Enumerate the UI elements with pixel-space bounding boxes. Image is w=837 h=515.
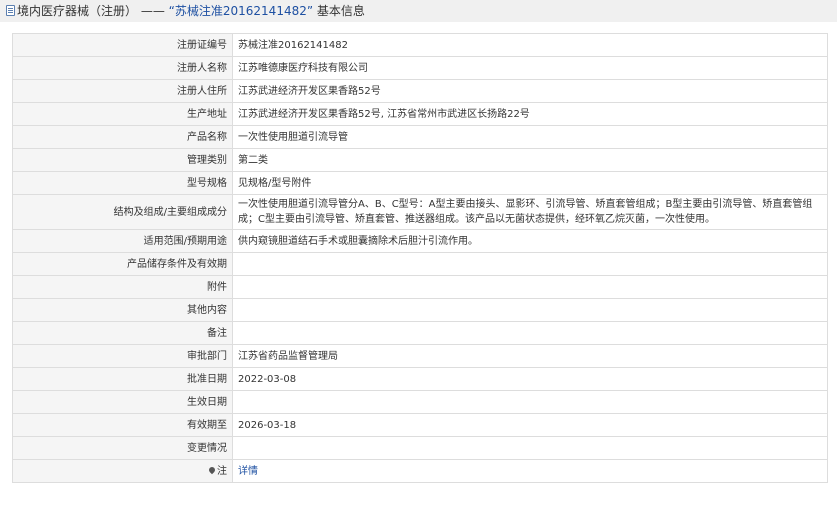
- table-row: 生效日期: [12, 390, 828, 414]
- basic-info-table: 注册证编号 苏械注准20162141482 注册人名称 江苏唯德康医疗科技有限公…: [12, 33, 828, 483]
- header-record-title: “苏械注准20162141482”: [168, 4, 314, 18]
- header-suffix: 基本信息: [313, 4, 365, 18]
- pin-icon: [207, 465, 217, 474]
- table-row: 注册证编号 苏械注准20162141482: [12, 33, 828, 57]
- note-row: 注 详情: [12, 459, 828, 483]
- table-row: 生产地址 江苏武进经济开发区果香路52号, 江苏省常州市武进区长扬路22号: [12, 102, 828, 126]
- header-separator: ——: [137, 4, 169, 18]
- row-value: 江苏唯德康医疗科技有限公司: [232, 56, 828, 80]
- detail-link[interactable]: 详情: [238, 466, 258, 477]
- row-value: 一次性使用胆道引流导管: [232, 125, 828, 149]
- table-row: 产品名称 一次性使用胆道引流导管: [12, 125, 828, 149]
- page-header: 境内医疗器械（注册） —— “苏械注准20162141482” 基本信息: [0, 0, 837, 22]
- row-label: 产品储存条件及有效期: [12, 252, 233, 276]
- row-label: 注册人名称: [12, 56, 233, 80]
- table-row: 附件: [12, 275, 828, 299]
- table-row: 备注: [12, 321, 828, 345]
- row-value: 见规格/型号附件: [232, 171, 828, 195]
- row-value: [232, 390, 828, 414]
- row-label: 附件: [12, 275, 233, 299]
- row-value: 江苏省药品监督管理局: [232, 344, 828, 368]
- table-row: 有效期至 2026-03-18: [12, 413, 828, 437]
- row-label: 适用范围/预期用途: [12, 229, 233, 253]
- row-label: 批准日期: [12, 367, 233, 391]
- row-label: 备注: [12, 321, 233, 345]
- row-label: 变更情况: [12, 436, 233, 460]
- table-row: 管理类别 第二类: [12, 148, 828, 172]
- table-row: 适用范围/预期用途 供内窥镜胆道结石手术或胆囊摘除术后胆汁引流作用。: [12, 229, 828, 253]
- note-value: 详情: [232, 459, 828, 483]
- row-label: 结构及组成/主要组成成分: [12, 194, 233, 230]
- row-label: 产品名称: [12, 125, 233, 149]
- table-row: 产品储存条件及有效期: [12, 252, 828, 276]
- row-label: 生效日期: [12, 390, 233, 414]
- row-value: 江苏武进经济开发区果香路52号: [232, 79, 828, 103]
- row-value: 供内窥镜胆道结石手术或胆囊摘除术后胆汁引流作用。: [232, 229, 828, 253]
- table-row: 注册人住所 江苏武进经济开发区果香路52号: [12, 79, 828, 103]
- row-value: 第二类: [232, 148, 828, 172]
- row-value: [232, 298, 828, 322]
- row-label: 管理类别: [12, 148, 233, 172]
- table-row: 变更情况: [12, 436, 828, 460]
- document-icon: [6, 5, 15, 16]
- note-label: 注: [12, 459, 233, 483]
- row-label: 型号规格: [12, 171, 233, 195]
- row-value: 苏械注准20162141482: [232, 33, 828, 57]
- table-row: 注册人名称 江苏唯德康医疗科技有限公司: [12, 56, 828, 80]
- header-category: 境内医疗器械（注册）: [17, 4, 138, 18]
- row-label: 有效期至: [12, 413, 233, 437]
- row-value: 2026-03-18: [232, 413, 828, 437]
- table-row: 型号规格 见规格/型号附件: [12, 171, 828, 195]
- table-row: 结构及组成/主要组成成分 一次性使用胆道引流导管分A、B、C型号：A型主要由接头…: [12, 194, 828, 230]
- row-value: 一次性使用胆道引流导管分A、B、C型号：A型主要由接头、显影环、引流导管、矫直套…: [232, 194, 828, 230]
- note-label-text: 注: [217, 465, 227, 477]
- row-value: [232, 252, 828, 276]
- row-value: 江苏武进经济开发区果香路52号, 江苏省常州市武进区长扬路22号: [232, 102, 828, 126]
- row-value: [232, 321, 828, 345]
- table-row: 批准日期 2022-03-08: [12, 367, 828, 391]
- row-value: [232, 436, 828, 460]
- table-row: 审批部门 江苏省药品监督管理局: [12, 344, 828, 368]
- row-value: 2022-03-08: [232, 367, 828, 391]
- table-row: 其他内容: [12, 298, 828, 322]
- row-label: 生产地址: [12, 102, 233, 126]
- row-label: 注册人住所: [12, 79, 233, 103]
- row-label: 审批部门: [12, 344, 233, 368]
- row-value: [232, 275, 828, 299]
- row-label: 其他内容: [12, 298, 233, 322]
- row-label: 注册证编号: [12, 33, 233, 57]
